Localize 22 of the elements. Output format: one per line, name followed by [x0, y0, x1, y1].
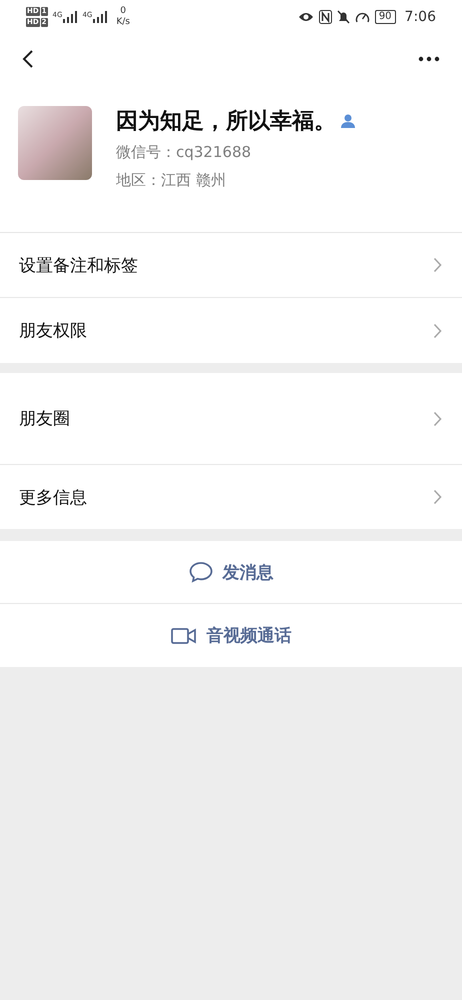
- network-speed-unit: K/s: [116, 17, 130, 28]
- signal-icon: [63, 11, 78, 23]
- chat-bubble-icon: [188, 561, 212, 583]
- chevron-right-icon: [433, 489, 442, 505]
- chevron-right-icon: [433, 257, 442, 273]
- signal-icon: [93, 11, 108, 23]
- speedometer-icon: [354, 10, 370, 24]
- more-dots-icon: [418, 56, 440, 62]
- video-camera-icon: [170, 626, 196, 644]
- chevron-right-icon: [433, 410, 442, 426]
- network-speed-value: 0: [120, 6, 126, 17]
- muted-bell-icon: [336, 10, 350, 24]
- region-label: 地区：江西 赣州: [116, 170, 227, 191]
- chevron-right-icon: [433, 322, 442, 338]
- person-icon: [340, 113, 356, 129]
- battery-indicator: 90: [374, 10, 396, 24]
- wechat-id: 微信号：cq321688: [116, 142, 252, 163]
- nfc-icon: [318, 10, 332, 24]
- eye-icon: [298, 11, 314, 23]
- contact-name: 因为知足，所以幸福。: [116, 108, 336, 136]
- clock-time: 7:06: [404, 9, 436, 25]
- back-chevron-icon: [22, 49, 34, 69]
